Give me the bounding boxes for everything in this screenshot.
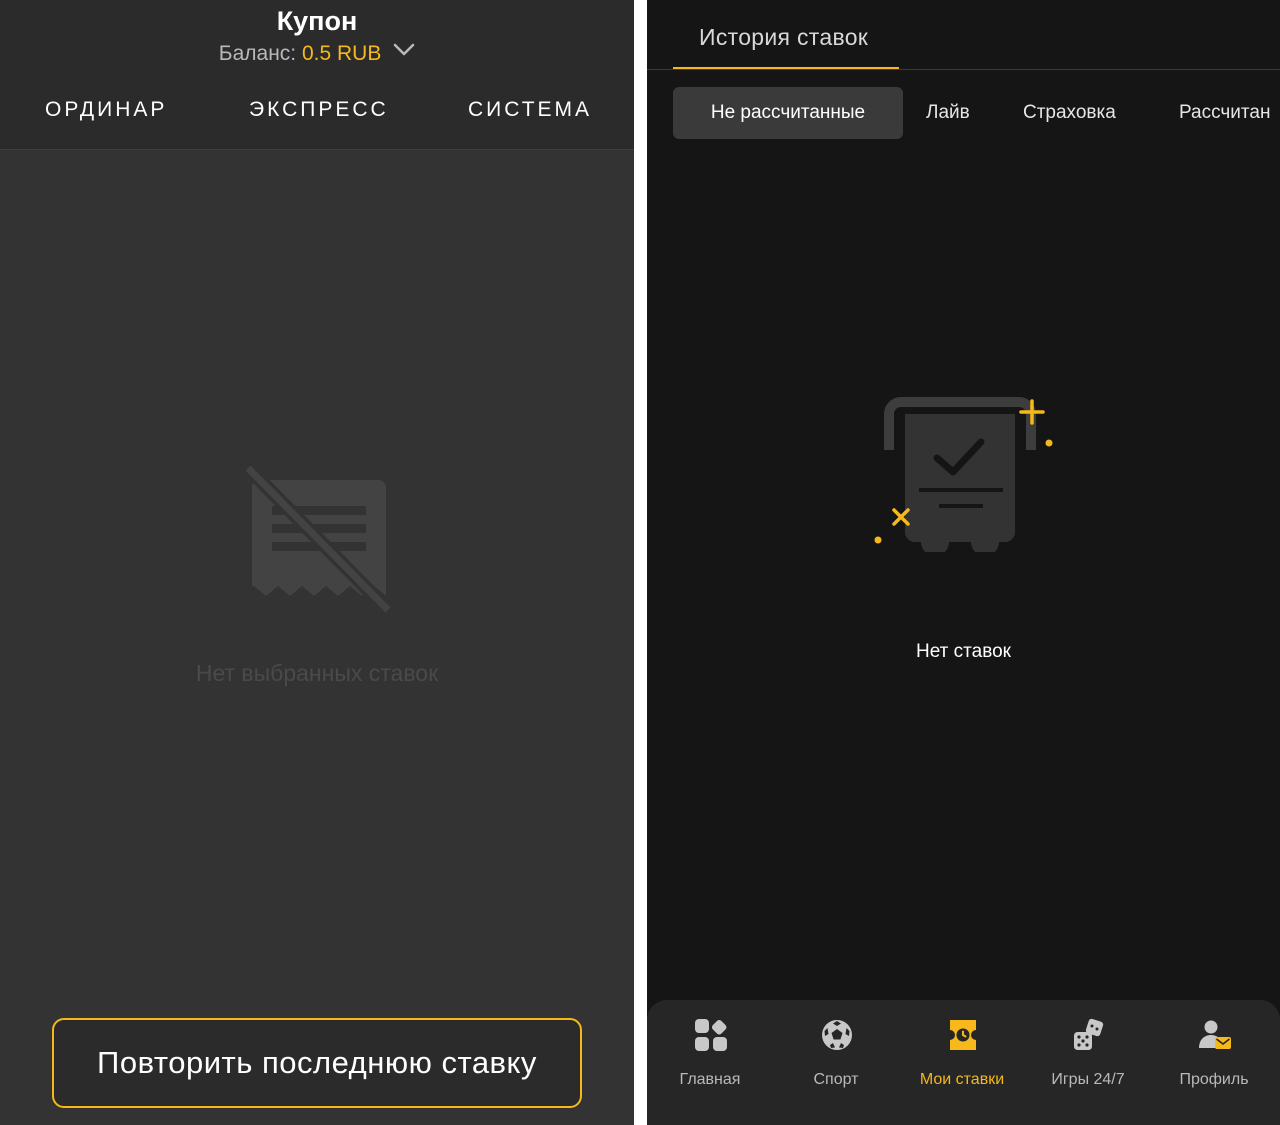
profile-icon xyxy=(1199,1020,1231,1049)
filter-unsettled[interactable]: Не рассчитанные xyxy=(673,87,903,139)
filter-live[interactable]: Лайв xyxy=(926,87,970,139)
tab-divider xyxy=(647,69,1280,70)
coupon-panel: Купон Баланс: 0.5 RUB ОРДИНАР ЭКСПРЕСС С… xyxy=(0,0,634,1125)
tab-single[interactable]: ОРДИНАР xyxy=(45,98,167,122)
nav-item-profile[interactable]: Профиль xyxy=(1151,1000,1277,1125)
bet-history-panel: История ставок Не рассчитанные Лайв Стра… xyxy=(647,0,1280,1125)
panel-divider xyxy=(634,0,647,1125)
coupon-header: Купон Баланс: 0.5 RUB ОРДИНАР ЭКСПРЕСС С… xyxy=(0,0,634,150)
nav-item-sport[interactable]: Спорт xyxy=(773,1000,899,1125)
coupon-title: Купон xyxy=(276,6,358,36)
balance-label: Баланс: xyxy=(218,42,297,65)
balance-selector[interactable]: Баланс: 0.5 RUB xyxy=(0,42,634,66)
nav-label-home: Главная xyxy=(679,1071,741,1088)
empty-history-text: Нет ставок xyxy=(916,641,1011,662)
nav-label-my-bets: Мои ставки xyxy=(919,1071,1005,1088)
dice-icon xyxy=(1074,1018,1104,1050)
empty-bets-ticket-icon xyxy=(874,397,1053,552)
tab-bet-history[interactable]: История ставок xyxy=(699,24,868,51)
chevron-down-icon[interactable] xyxy=(393,39,415,63)
nav-item-my-bets[interactable]: Мои ставки xyxy=(899,1000,1025,1125)
soccer-ball-icon xyxy=(822,1020,852,1050)
nav-item-games[interactable]: Игры 24/7 xyxy=(1025,1000,1151,1125)
filter-settled[interactable]: Рассчитан xyxy=(1179,87,1270,139)
repeat-last-bet-button[interactable]: Повторить последнюю ставку xyxy=(52,1018,582,1108)
bottom-navigation: Главная Спорт Мои ставки Игры 24/7 Профи… xyxy=(647,1000,1280,1125)
tab-express[interactable]: ЭКСПРЕСС xyxy=(249,98,389,122)
ticket-icon xyxy=(950,1020,976,1050)
nav-item-home[interactable]: Главная xyxy=(647,1000,773,1125)
empty-coupon-state xyxy=(0,458,634,618)
bet-type-tabs: ОРДИНАР ЭКСПРЕСС СИСТЕМА xyxy=(0,98,634,128)
balance-value: 0.5 RUB xyxy=(301,42,382,65)
grid-icon xyxy=(695,1019,727,1051)
nav-label-profile: Профиль xyxy=(1179,1071,1249,1088)
tab-system[interactable]: СИСТЕМА xyxy=(468,98,592,122)
no-bets-receipt-icon xyxy=(243,463,393,615)
nav-label-sport: Спорт xyxy=(813,1071,859,1088)
nav-label-games: Игры 24/7 xyxy=(1051,1071,1125,1088)
empty-coupon-text: Нет выбранных ставок xyxy=(195,660,439,686)
filter-insurance[interactable]: Страховка xyxy=(1023,87,1116,139)
